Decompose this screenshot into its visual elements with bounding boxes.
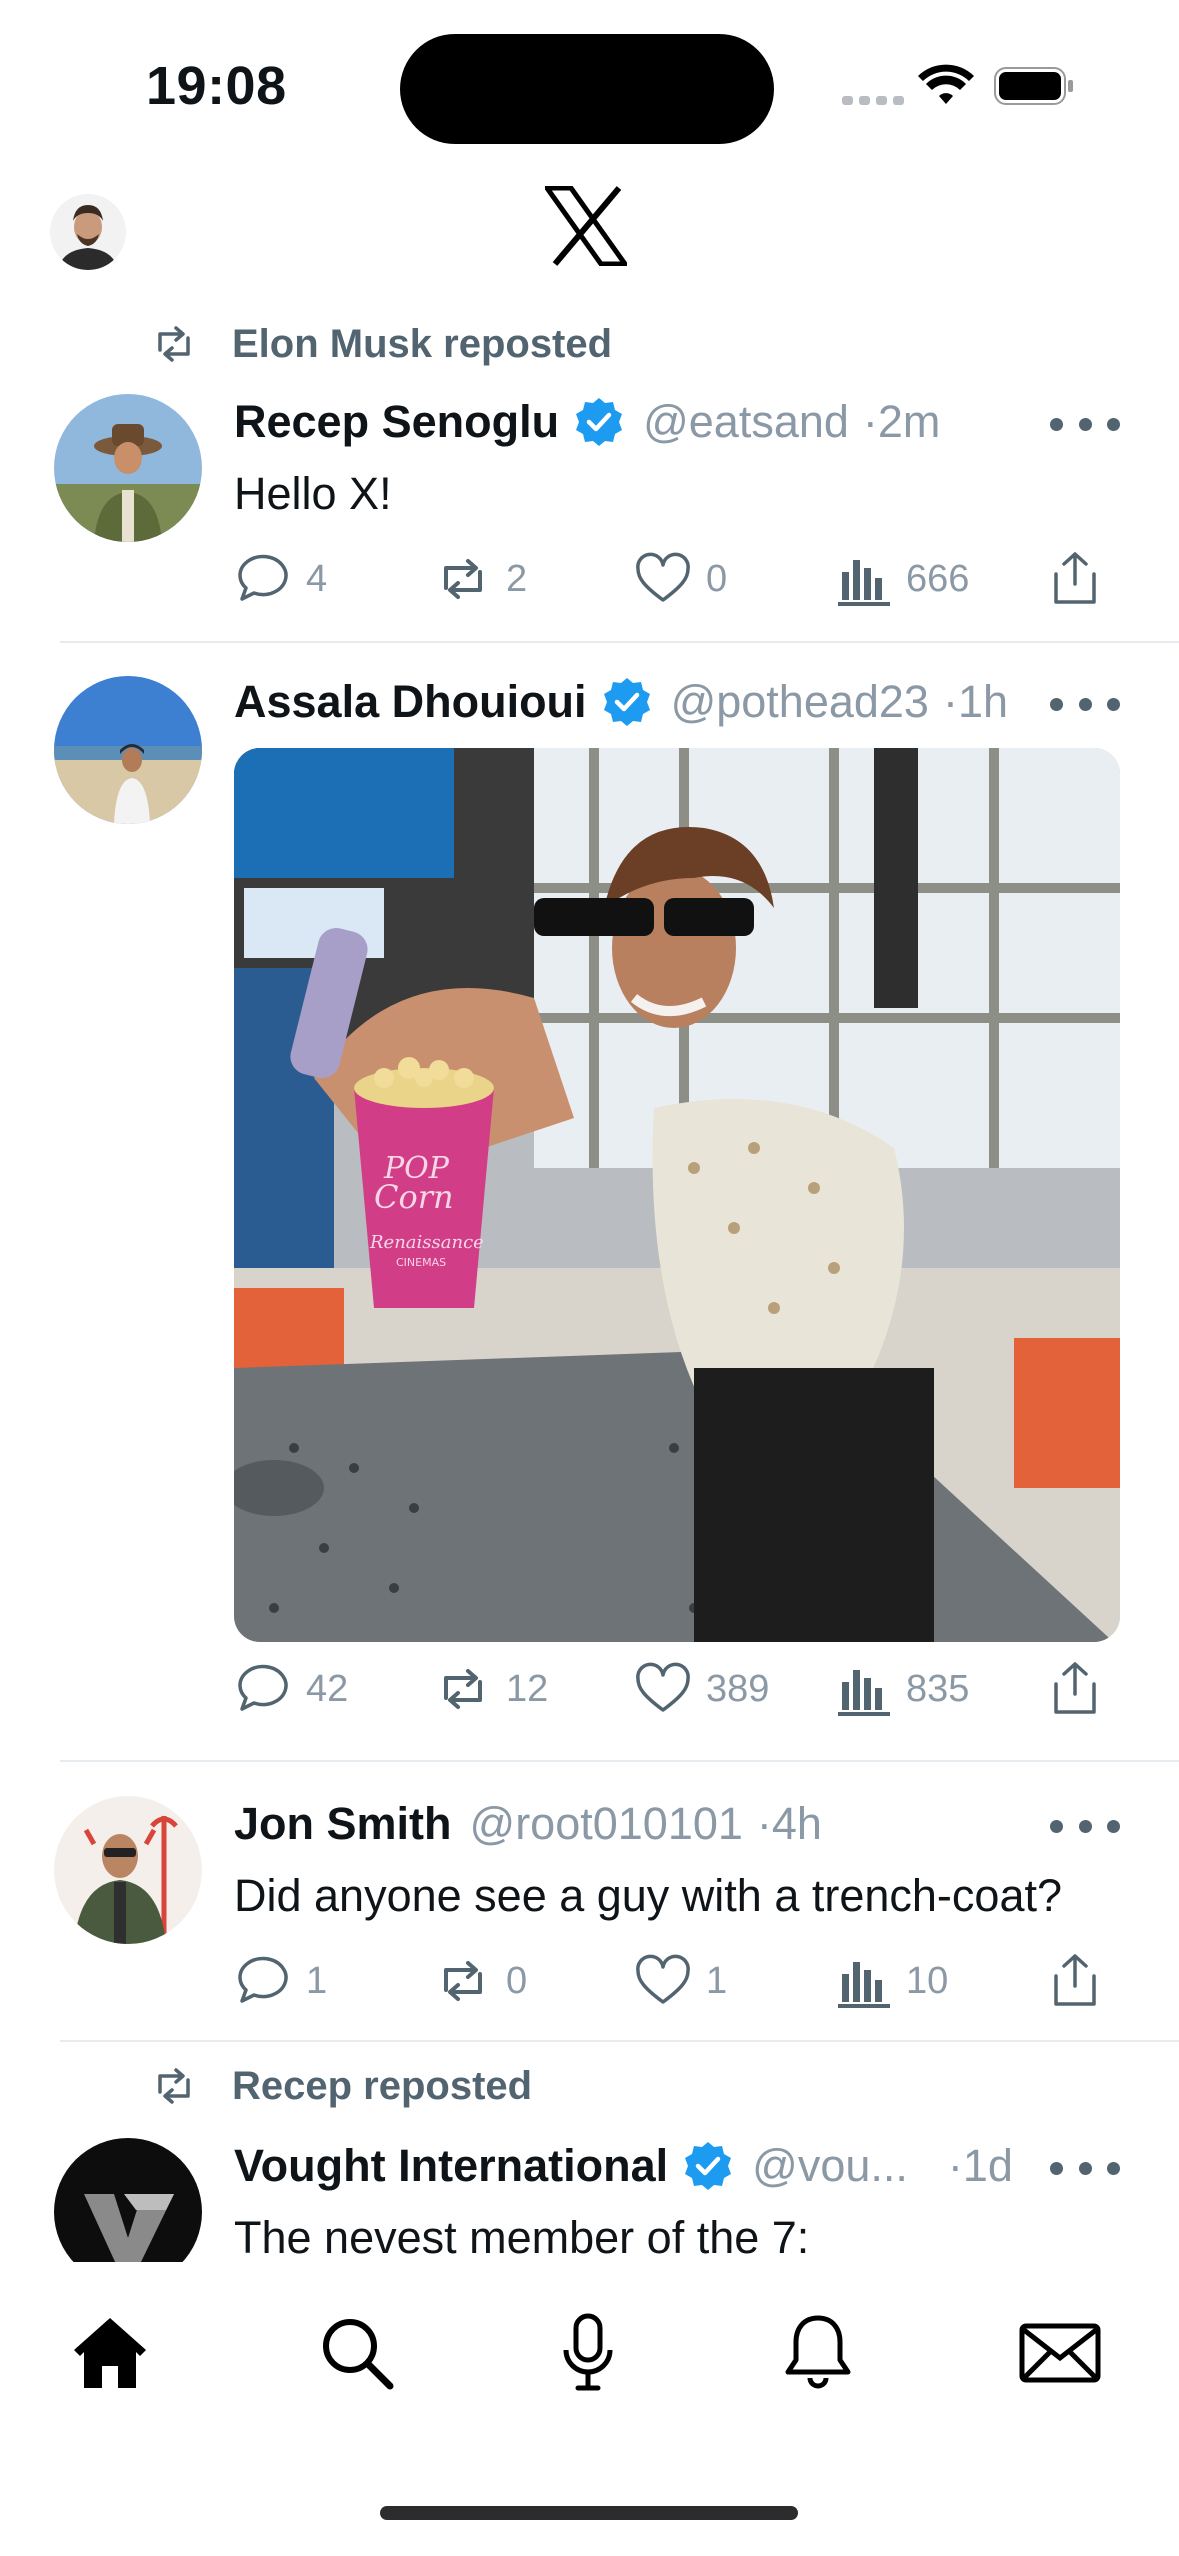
retweet-button[interactable]: 2 <box>434 550 527 608</box>
avatar[interactable] <box>54 676 202 824</box>
reply-button[interactable]: 4 <box>234 550 327 608</box>
author-handle[interactable]: @eatsand <box>643 396 849 448</box>
home-icon[interactable] <box>70 2312 150 2392</box>
author-name[interactable]: Vought International <box>234 2140 668 2192</box>
tweet-time: ·4h <box>756 1798 822 1849</box>
cup-brand-text: Renaissance <box>369 1232 484 1253</box>
reply-count: 42 <box>306 1667 349 1710</box>
reply-button[interactable]: 1 <box>234 1952 327 2010</box>
view-count: 835 <box>906 1667 970 1710</box>
tweet-actions: 4 2 0 666 <box>234 550 1104 610</box>
tweet-photo[interactable]: POP Corn Renaissance CINEMAS <box>234 748 1120 1642</box>
bell-icon[interactable] <box>778 2312 858 2392</box>
repost-indicator: Elon Musk reposted <box>150 320 612 368</box>
more-options-icon[interactable] <box>1050 414 1120 434</box>
more-options-icon[interactable] <box>1050 2158 1120 2178</box>
battery-icon <box>994 67 1073 105</box>
x-logo-icon[interactable] <box>545 186 627 266</box>
share-button[interactable] <box>1046 1952 1104 2010</box>
like-button[interactable]: 0 <box>634 550 727 608</box>
views-button[interactable]: 10 <box>834 1952 948 2010</box>
retweet-count: 12 <box>506 1667 549 1710</box>
views-button[interactable]: 835 <box>834 1660 969 1718</box>
verified-badge-icon <box>685 2142 732 2190</box>
retweet-count: 0 <box>506 1959 528 2002</box>
view-count: 666 <box>906 557 970 600</box>
author-handle[interactable]: @vou... <box>752 2140 908 2192</box>
like-count: 1 <box>706 1959 728 2002</box>
tweet-actions: 42 12 389 835 <box>234 1660 1104 1720</box>
profile-avatar[interactable] <box>50 194 126 270</box>
repost-label: Elon Musk reposted <box>232 321 613 366</box>
more-options-icon[interactable] <box>1050 1816 1120 1836</box>
search-icon[interactable] <box>316 2312 396 2392</box>
like-button[interactable]: 1 <box>634 1952 727 2010</box>
verified-badge-icon <box>576 398 623 446</box>
verified-badge-icon <box>603 678 650 726</box>
author-name[interactable]: Recep Senoglu <box>234 396 559 448</box>
reply-count: 4 <box>306 557 328 600</box>
cellular-signal-icon <box>842 96 904 105</box>
views-icon <box>838 1670 890 1716</box>
home-indicator <box>380 2506 798 2520</box>
repost-icon <box>158 2068 190 2104</box>
more-options-icon[interactable] <box>1050 694 1120 714</box>
retweet-button[interactable]: 0 <box>434 1952 527 2010</box>
retweet-icon <box>444 1961 482 2001</box>
share-icon <box>1054 1954 1096 2006</box>
status-time: 19:08 <box>146 56 287 116</box>
reply-icon <box>238 1664 288 1711</box>
tweet-actions: 1 0 1 10 <box>234 1952 1104 2012</box>
avatar[interactable] <box>54 1796 202 1944</box>
share-icon <box>1054 1662 1096 1714</box>
divider <box>60 641 1179 643</box>
dynamic-island <box>400 34 774 144</box>
author-handle[interactable]: @pothead23 <box>671 676 929 728</box>
retweet-icon <box>444 1669 482 1709</box>
views-icon <box>838 1962 890 2008</box>
heart-icon <box>636 552 690 602</box>
retweet-count: 2 <box>506 557 528 600</box>
mail-icon[interactable] <box>1018 2312 1102 2392</box>
tweet-text: Hello X! <box>234 468 392 519</box>
divider <box>60 1760 1179 1762</box>
divider <box>60 2040 1179 2042</box>
heart-icon <box>636 1662 690 1712</box>
views-button[interactable]: 666 <box>834 550 969 608</box>
cup-text-corn: Corn <box>374 1178 454 1216</box>
author-name[interactable]: Assala Dhouioui <box>234 676 587 728</box>
avatar[interactable] <box>54 394 202 542</box>
retweet-button[interactable]: 12 <box>434 1660 548 1718</box>
cup-brand-sub-text: CINEMAS <box>396 1256 446 1269</box>
app-root: { "status_bar": { "time": "19:08" }, "he… <box>0 0 1179 2556</box>
like-count: 389 <box>706 1667 770 1710</box>
repost-label: Recep reposted <box>232 2063 533 2108</box>
share-icon <box>1054 552 1096 604</box>
repost-indicator: Recep reposted <box>150 2062 532 2110</box>
view-count: 10 <box>906 1959 949 2002</box>
reply-icon <box>238 1956 288 2003</box>
share-button[interactable] <box>1046 1660 1104 1718</box>
microphone-icon[interactable] <box>548 2312 628 2392</box>
repost-icon <box>158 326 190 362</box>
reply-button[interactable]: 42 <box>234 1660 348 1718</box>
tweet-time: ·1h <box>942 676 1009 727</box>
reply-icon <box>238 554 288 601</box>
author-handle[interactable]: @root010101 <box>470 1798 743 1850</box>
share-button[interactable] <box>1046 550 1104 608</box>
wifi-icon <box>918 64 974 104</box>
tweet-time: ·1d <box>947 2140 1013 2191</box>
retweet-icon <box>444 559 482 599</box>
tweet-text: The nevest member of the 7: <box>234 2212 810 2263</box>
heart-icon <box>636 1954 690 2004</box>
views-icon <box>838 560 890 606</box>
like-button[interactable]: 389 <box>634 1660 769 1718</box>
reply-count: 1 <box>306 1959 328 2002</box>
author-name[interactable]: Jon Smith <box>234 1798 452 1850</box>
like-count: 0 <box>706 557 728 600</box>
tweet-text: Did anyone see a guy with a trench-coat? <box>234 1870 1062 1921</box>
tweet-time: ·2m <box>862 396 941 447</box>
